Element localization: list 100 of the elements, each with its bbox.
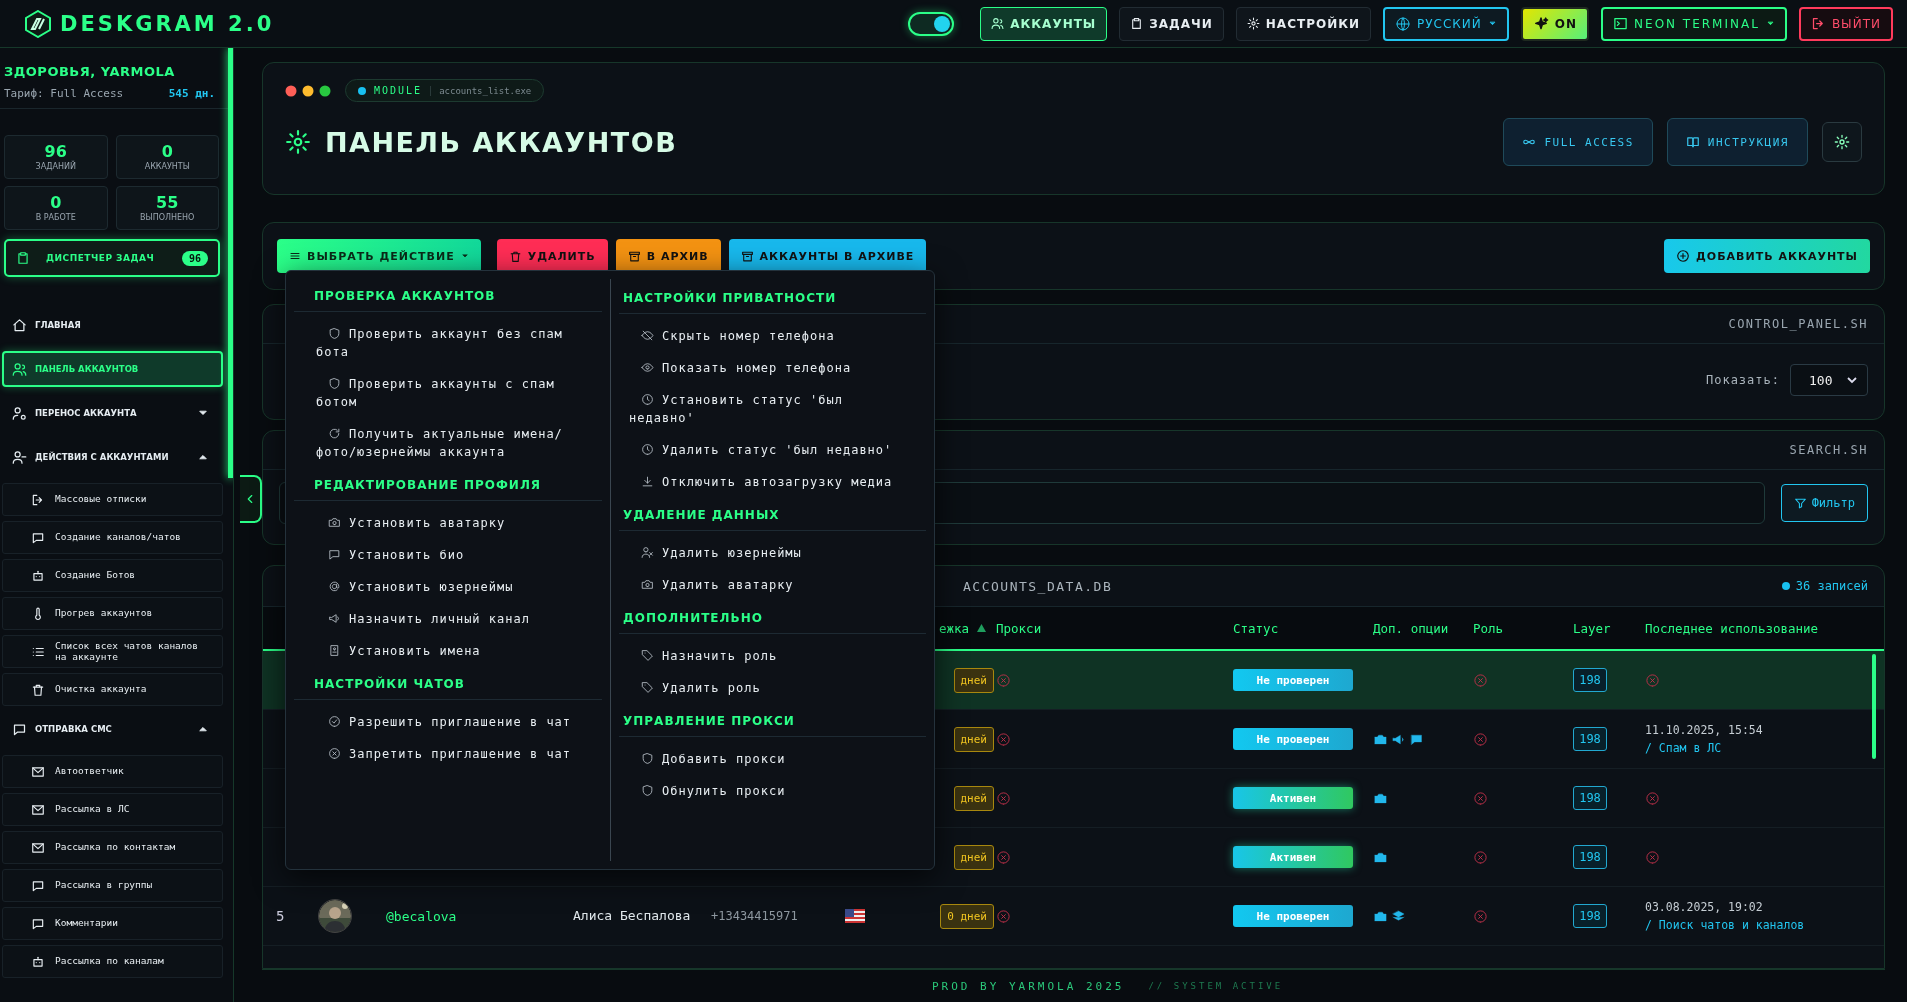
x-circle-icon [996, 908, 1011, 924]
action-button[interactable]: АККАУНТЫ В АРХИВЕ [728, 239, 927, 273]
table-row[interactable]: 5 @becalova Алиса Беспалова +13434415971 0 дней Не проверен 198 03.08.2025, 19:02 / Поиск чатов и каналов [263, 887, 1884, 946]
camera-icon [1373, 731, 1388, 747]
layer-badge: 198 [1573, 727, 1607, 751]
user-gear-icon [12, 405, 27, 421]
column-header[interactable]: Статус [1233, 620, 1373, 636]
nav-button[interactable]: НАСТРОЙКИ [1235, 6, 1372, 41]
sidebar-subitem[interactable]: Массовые отписки [2, 483, 223, 516]
status-badge: Не проверен [1233, 905, 1353, 927]
theme-dropdown[interactable]: NEON TERMINAL [1601, 6, 1787, 41]
stat-value: 55 [156, 194, 179, 211]
column-header[interactable]: Последнее использование [1645, 620, 1884, 636]
sidebar-subitem[interactable]: Рассылка по контактам [2, 831, 223, 864]
language-dropdown[interactable]: РУССКИЙ [1383, 6, 1509, 41]
menu-section-title: ПРОВЕРКА АККАУНТОВ [294, 289, 602, 312]
menu-item[interactable]: Удалить роль [611, 672, 934, 704]
menu-section-title: ДОПОЛНИТЕЛЬНО [619, 611, 926, 634]
page-size-select[interactable]: 100 [1790, 364, 1868, 396]
username-link[interactable]: @becalova [386, 908, 573, 924]
sidebar-subitem[interactable]: Рассылка по каналам [2, 945, 223, 978]
age-badge: дней [953, 667, 994, 693]
shield-icon [641, 752, 654, 765]
settings-icon [1834, 134, 1850, 150]
stat-value: 0 [161, 143, 173, 160]
chevron-down-icon [1847, 376, 1857, 384]
menu-section-title: УПРАВЛЕНИЕ ПРОКСИ [619, 714, 926, 737]
x-circle-icon [1645, 790, 1660, 806]
sidebar-subitem[interactable]: Прогрев аккаунтов [2, 597, 223, 630]
column-header[interactable]: Доп. опции [1373, 620, 1473, 636]
panel-title: SEARCH.SH [1789, 443, 1868, 457]
menu-item[interactable]: Проверить аккаунты с спам ботом [286, 368, 610, 418]
user-minus-icon [12, 449, 27, 465]
clipboard-icon [16, 251, 30, 265]
tag-icon [641, 649, 654, 662]
menu-item[interactable]: Скрыть номер телефона [611, 320, 934, 352]
column-header[interactable]: Прокси [996, 620, 1233, 636]
menu-item[interactable]: Удалить статус 'был недавно' [611, 434, 934, 466]
access-button[interactable]: FULL ACCESS [1503, 118, 1653, 166]
sidebar-item[interactable]: ДЕЙСТВИЯ С АККАУНТАМИ [2, 439, 223, 475]
menu-item[interactable]: Установить аватарку [286, 507, 610, 539]
add-accounts-button[interactable]: ДОБАВИТЬ АККАУНТЫ [1664, 239, 1870, 273]
last-used-action: / Поиск чатов и каналов [1645, 918, 1806, 932]
instructions-button[interactable]: ИНСТРУКЦИЯ [1666, 118, 1808, 166]
task-manager-button[interactable]: ДИСПЕТЧЕР ЗАДАЧ 96 [4, 239, 220, 277]
menu-item[interactable]: Проверить аккаунт без спам бота [286, 318, 610, 368]
sidebar-item[interactable]: ПЕРЕНОС АККАУНТА [2, 395, 223, 431]
action-button[interactable]: В АРХИВ [615, 239, 721, 273]
menu-item[interactable]: Установить юзернеймы [286, 571, 610, 603]
sidebar-subitem[interactable]: Очистка аккаунта [2, 673, 223, 706]
x-circle-icon [996, 672, 1011, 688]
column-header[interactable]: Роль [1473, 620, 1573, 636]
filter-button[interactable]: Фильтр [1780, 484, 1868, 522]
menu-item[interactable]: Запретить приглашение в чат [286, 738, 610, 770]
effects-toggle[interactable]: ON [1520, 6, 1590, 41]
menu-item[interactable]: Удалить юзернеймы [611, 537, 934, 569]
status-badge: Активен [1233, 787, 1353, 809]
menu-item[interactable]: Установить статус 'был недавно' [611, 384, 934, 434]
envelope-icon [31, 764, 45, 779]
column-header[interactable]: Layer [1573, 620, 1645, 636]
sparkle-icon [1532, 15, 1549, 32]
chat-icon [328, 548, 341, 561]
logo-icon [24, 9, 52, 38]
stat-value: 0 [50, 194, 62, 211]
menu-item[interactable]: Удалить аватарку [611, 569, 934, 601]
plan-label: Тариф: Full Access [4, 87, 124, 100]
trash-icon [508, 249, 522, 263]
action-button[interactable]: УДАЛИТЬ [496, 239, 608, 273]
menu-item[interactable]: Установить био [286, 539, 610, 571]
sidebar-subitem[interactable]: Автоответчик [2, 755, 223, 788]
settings-button[interactable] [1822, 122, 1862, 162]
globe-icon [1395, 15, 1412, 32]
sidebar-subitem[interactable]: Рассылка в группы [2, 869, 223, 902]
menu-item[interactable]: Отключить автозагрузку медиа [611, 466, 934, 498]
menu-section-title: НАСТРОЙКИ ПРИВАТНОСТИ [619, 291, 926, 314]
sidebar-subitem[interactable]: Создание Ботов [2, 559, 223, 592]
sort-arrow-icon [977, 624, 986, 632]
menu-item[interactable]: Назначить личный канал [286, 603, 610, 635]
action-dropdown[interactable]: ВЫБРАТЬ ДЕЙСТВИЕ [277, 239, 481, 273]
menu-item[interactable]: Показать номер телефона [611, 352, 934, 384]
menu-item[interactable]: Обнулить прокси [611, 775, 934, 807]
toggle-switch[interactable] [908, 11, 955, 36]
x-circle-icon [996, 731, 1011, 747]
nav-button[interactable]: ЗАДАЧИ [1119, 6, 1224, 41]
sidebar-subitem[interactable]: Список всех чатов каналов на аккаунте [2, 635, 223, 668]
sidebar-subitem[interactable]: Создание каналов/чатов [2, 521, 223, 554]
clock-icon [641, 443, 654, 456]
sidebar-item[interactable]: ГЛАВНАЯ [2, 307, 223, 343]
logout-button[interactable]: ВЫЙТИ [1798, 6, 1893, 41]
nav-button[interactable]: АККАУНТЫ [980, 6, 1108, 41]
menu-item[interactable]: Получить актуальные имена/фото/юзернеймы аккаунта [286, 418, 610, 468]
scrollbar-thumb[interactable] [1872, 654, 1876, 759]
sidebar-item[interactable]: ОТПРАВКА СМС [2, 711, 223, 747]
sidebar-subitem[interactable]: Рассылка в ЛС [2, 793, 223, 826]
collapse-handle[interactable] [240, 475, 262, 523]
sidebar-subitem[interactable]: Комментарии [2, 907, 223, 940]
layer-badge: 198 [1573, 786, 1607, 810]
scrollbar-thumb[interactable] [228, 48, 233, 478]
stat-label: АККАУНТЫ [144, 161, 190, 171]
sidebar-item[interactable]: ПАНЕЛЬ АККАУНТОВ [2, 351, 223, 387]
